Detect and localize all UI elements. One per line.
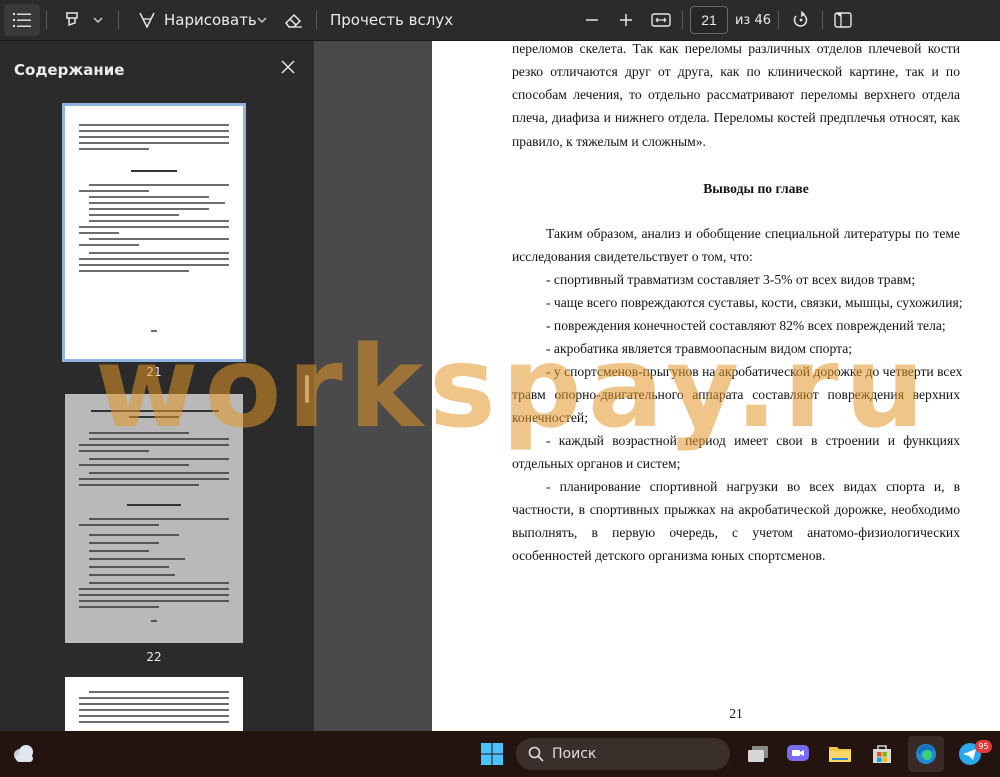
highlighter-icon (66, 12, 78, 27)
list-item: особенностей детского организма юных спо… (512, 548, 826, 563)
video-chat-icon (787, 745, 809, 761)
folder-icon (829, 747, 851, 762)
thumbnail-page-number: 21 (146, 365, 162, 379)
paragraph-line: плеча, диафиза и нижнего отдела. Перелом… (512, 110, 960, 125)
search-label: Поиск (552, 746, 597, 762)
minus-icon (586, 19, 598, 21)
list-item: отдельных органов и систем; (512, 456, 681, 471)
sidebar-resize-handle[interactable] (305, 375, 309, 403)
pen-icon (139, 12, 155, 29)
list-item: - каждый возрастной период имеет свои в … (546, 433, 960, 448)
toolbar-divider (118, 11, 119, 29)
contents-sidebar: Содержание 21 22 (0, 41, 314, 731)
draw-button[interactable]: Нарисовать (164, 0, 257, 40)
page-total-label: из 46 (734, 12, 772, 28)
eraser-icon (285, 13, 302, 28)
edge-icon (916, 744, 936, 764)
section-heading: Выводы по главе (703, 181, 809, 196)
toolbar-divider (822, 11, 823, 29)
zoom-in-button[interactable] (614, 0, 638, 40)
draw-options-button[interactable] (252, 0, 272, 40)
chat-app-button[interactable] (782, 738, 814, 770)
task-view-icon (748, 746, 768, 762)
paragraph-line: правило, к тяжелым и сложным». (512, 134, 706, 149)
list-icon (13, 13, 31, 27)
chevron-down-icon (93, 17, 103, 23)
contents-toggle-button[interactable] (4, 4, 40, 36)
taskbar (0, 731, 1000, 777)
paragraph-line: Таким образом, анализ и обобщение специа… (546, 226, 960, 241)
paragraph-line: способам лечения, то отдельно рассматрив… (512, 87, 960, 102)
page-thumbnail[interactable] (65, 394, 243, 643)
eraser-button[interactable] (280, 0, 308, 40)
thumbnail-page-number: 22 (146, 650, 162, 664)
fit-width-button[interactable] (648, 0, 674, 40)
page-thumbnail[interactable] (62, 103, 246, 362)
file-explorer-button[interactable] (824, 738, 856, 770)
search-icon (528, 746, 544, 762)
page-view-button[interactable] (830, 0, 856, 40)
page-number: 21 (729, 706, 743, 721)
start-button[interactable] (476, 738, 508, 770)
toolbar-divider (682, 11, 683, 29)
close-icon (281, 60, 295, 74)
document-gutter (314, 41, 432, 731)
list-item: - чаще всего повреждаются суставы, кости… (546, 295, 963, 310)
close-sidebar-button[interactable] (277, 56, 299, 78)
toolbar-divider (316, 11, 317, 29)
paragraph-line: переломов скелета. Так как переломы разл… (512, 41, 960, 56)
list-item: - планирование спортивной нагрузки во вс… (546, 479, 960, 494)
draw-icon-button[interactable] (134, 0, 160, 40)
edge-button[interactable] (908, 736, 944, 772)
toolbar-divider (778, 11, 779, 29)
list-item: конечностей; (512, 410, 588, 425)
taskbar-search[interactable]: Поиск (516, 738, 730, 770)
chevron-down-icon (257, 17, 267, 23)
page-number-input[interactable] (690, 6, 728, 34)
fit-width-icon (651, 13, 671, 27)
paragraph-line: резко отличаются друг от друга, как по к… (512, 64, 960, 79)
list-item: травм опорно-двигательного аппарата сост… (512, 387, 960, 402)
highlight-button[interactable] (58, 0, 86, 40)
page-thumbnail[interactable] (65, 677, 243, 731)
toolbar: Нарисовать Прочесть вслух из 46 (0, 0, 1000, 41)
list-item: - у спортсменов-прыгунов на акробатическ… (546, 364, 963, 379)
paragraph-line: исследования свидетельствует о том, что: (512, 249, 753, 264)
document-page: переломов скелета. Так как переломы разл… (432, 41, 1000, 731)
weather-widget[interactable] (8, 738, 40, 770)
task-view-button[interactable] (742, 738, 774, 770)
list-item: - акробатика является травмоопасным видо… (546, 341, 853, 356)
rotate-icon (793, 11, 808, 27)
page-view-icon (834, 12, 852, 28)
list-item: - спортивный травматизм составляет 3-5% … (546, 272, 916, 287)
read-aloud-button[interactable]: Прочесть вслух (330, 0, 453, 40)
windows-icon (481, 743, 503, 765)
store-button[interactable] (866, 738, 898, 770)
cloud-icon (14, 745, 33, 762)
store-icon (873, 745, 891, 763)
sidebar-title: Содержание (14, 61, 125, 79)
toolbar-divider (46, 11, 47, 29)
list-item: выполнять, в первую очередь, с учетом ан… (512, 525, 960, 540)
list-item: частности, в спортивных прыжках на акроб… (512, 502, 960, 517)
notification-badge: 95 (975, 740, 992, 753)
list-item: - повреждения конечностей составляют 82%… (546, 318, 946, 333)
zoom-out-button[interactable] (580, 0, 604, 40)
plus-icon (620, 14, 632, 26)
highlight-options-button[interactable] (88, 0, 108, 40)
rotate-button[interactable] (788, 0, 814, 40)
